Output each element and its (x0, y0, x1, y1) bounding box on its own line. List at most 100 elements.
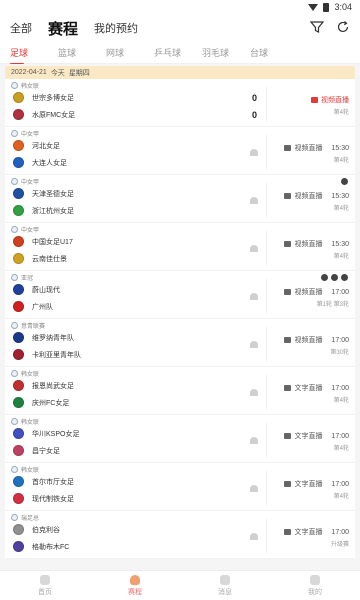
nav-schedule[interactable]: 赛程 (90, 571, 180, 600)
nav-home-label: 首页 (38, 588, 52, 596)
away-team: 庆州FC女足 (13, 397, 69, 408)
nav-home[interactable]: 首页 (0, 571, 90, 600)
broadcast-info: 视频直播 第4轮 (311, 95, 349, 116)
match-row[interactable]: 韩女联 世宗多博女足 水原FMC女足 0 0 视频直播 第4轮 (5, 79, 355, 127)
league-label: 中女甲 (11, 177, 39, 186)
sport-tab-tennis[interactable]: 网球 (106, 46, 154, 59)
away-team-name: 大连人女足 (32, 159, 67, 167)
nav-mine[interactable]: 我的 (270, 571, 360, 600)
tab-schedule[interactable]: 赛程 (48, 18, 78, 39)
round-label: 第4轮 (284, 395, 349, 404)
round-label: 第4轮 (284, 443, 349, 452)
broadcast-status[interactable]: 文字直播 17:00 (284, 431, 349, 441)
league-name: 中女甲 (21, 180, 40, 186)
away-team-crest-icon (13, 493, 24, 504)
match-row[interactable]: 韩女联 华川KSPO女足 昌宁女足 文字直播 17:00 第4轮 (5, 415, 355, 463)
round-text: 第3轮 (333, 302, 349, 308)
away-team-name: 卡利亚里青年队 (32, 351, 81, 359)
home-team-name: 蔚山现代 (32, 286, 60, 294)
broadcast-label: 文字直播 (294, 529, 323, 536)
away-team-name: 昌宁女足 (32, 447, 60, 455)
status-right: 3:04 (308, 2, 352, 12)
broadcast-status[interactable]: 文字直播 17:00 (284, 479, 349, 489)
match-row[interactable]: 亚冠 蔚山现代 广州队 视频直播 17:00 第1轮 第3轮 (5, 271, 355, 319)
broadcast-icon (284, 145, 292, 151)
bell-icon[interactable] (250, 341, 258, 348)
kickoff-time: 15:30 (331, 192, 349, 200)
broadcast-status[interactable]: 视频直播 17:00 (284, 287, 349, 297)
bell-icon[interactable] (250, 533, 258, 540)
tab-all[interactable]: 全部 (10, 20, 32, 36)
nav-messages-label: 消息 (218, 588, 232, 596)
broadcast-label: 视频直播 (294, 145, 323, 152)
broadcast-info: 文字直播 17:00 第4轮 (284, 479, 349, 500)
bell-icon[interactable] (250, 197, 258, 204)
filter-icon[interactable] (310, 20, 324, 34)
broadcast-label: 视频直播 (294, 241, 323, 248)
broadcast-status[interactable]: 视频直播 15:30 (284, 191, 349, 201)
broadcast-info: 文字直播 17:00 升级赛 (284, 527, 349, 548)
tab-my-reservations[interactable]: 我的预约 (94, 20, 138, 36)
match-row[interactable]: 意青联赛 维罗纳青年队 卡利亚里青年队 视频直播 17:00 第30轮 (5, 319, 355, 367)
kickoff-time: 17:00 (331, 432, 349, 440)
round-label: 升级赛 (284, 539, 349, 548)
league-label: 意青联赛 (11, 321, 45, 330)
away-team-crest-icon (13, 349, 24, 360)
home-team: 伯克利谷 (13, 524, 60, 535)
match-row[interactable]: 中女甲 中国女足U17 云南佳仕景 视频直播 15:30 第4轮 (5, 223, 355, 271)
sport-tab-billiards[interactable]: 台球 (250, 46, 298, 59)
match-list[interactable]: 2022-04-21 今天 星期四 韩女联 世宗多博女足 水原FMC女足 0 0 视频直播… (0, 64, 360, 570)
round-label: 第1轮 第3轮 (284, 299, 349, 308)
home-team-crest-icon (13, 284, 24, 295)
league-name: 亚冠 (21, 276, 34, 282)
match-row[interactable]: 韩女联 首尔市厅女足 现代制铁女足 文字直播 17:00 第4轮 (5, 463, 355, 511)
broadcast-icon (284, 193, 292, 199)
broadcast-status[interactable]: 视频直播 (311, 95, 349, 105)
round-text: 第4轮 (333, 446, 349, 452)
broadcast-status[interactable]: 视频直播 17:00 (284, 335, 349, 345)
home-team-crest-icon (13, 380, 24, 391)
message-icon (220, 574, 230, 585)
broadcast-icon (284, 433, 292, 439)
match-row[interactable]: 韩女联 报恩尚武女足 庆州FC女足 文字直播 17:00 第4轮 (5, 367, 355, 415)
sport-tab-football[interactable]: 足球 (10, 46, 58, 65)
sport-tab-basketball[interactable]: 篮球 (58, 46, 106, 59)
row-divider (266, 375, 267, 409)
row-divider (266, 135, 267, 169)
sport-tab-table-tennis[interactable]: 乒乓球 (154, 46, 202, 59)
bell-icon[interactable] (250, 437, 258, 444)
sport-tab-badminton[interactable]: 羽毛球 (202, 46, 250, 59)
refresh-icon[interactable] (336, 20, 350, 34)
bell-icon[interactable] (250, 245, 258, 252)
broadcast-status[interactable]: 视频直播 15:30 (284, 239, 349, 249)
league-name: 意青联赛 (21, 324, 46, 330)
round-label: 第4轮 (284, 203, 349, 212)
home-icon (40, 574, 50, 585)
bell-icon[interactable] (250, 485, 258, 492)
bell-icon[interactable] (250, 293, 258, 300)
football-icon (11, 130, 18, 137)
match-row[interactable]: 中女甲 天津圣德女足 浙江杭州女足 视频直播 15:30 第4轮 (5, 175, 355, 223)
broadcast-status[interactable]: 文字直播 17:00 (284, 527, 349, 537)
bottom-nav: 首页 赛程 消息 我的 (0, 570, 360, 600)
date-bar: 2022-04-21 今天 星期四 (5, 66, 355, 79)
match-row[interactable]: 中女甲 河北女足 大连人女足 视频直播 15:30 第4轮 (5, 127, 355, 175)
match-row[interactable]: 瑞足总 伯克利谷 格勒布木FC 文字直播 17:00 升级赛 (5, 511, 355, 559)
avatar (340, 177, 349, 186)
broadcast-status[interactable]: 文字直播 17:00 (284, 383, 349, 393)
nav-mine-label: 我的 (308, 588, 322, 596)
wifi-icon (308, 3, 319, 11)
away-team-crest-icon (13, 301, 24, 312)
league-name: 韩女联 (21, 372, 40, 378)
home-team-name: 世宗多博女足 (32, 94, 74, 102)
kickoff-time: 17:00 (331, 480, 349, 488)
away-team-crest-icon (13, 541, 24, 552)
bell-icon[interactable] (250, 149, 258, 156)
round-text: 第4轮 (333, 158, 349, 164)
nav-messages[interactable]: 消息 (180, 571, 270, 600)
home-score: 0 (251, 93, 257, 103)
broadcast-status[interactable]: 视频直播 15:30 (284, 143, 349, 153)
league-name: 韩女联 (21, 420, 40, 426)
bell-icon[interactable] (250, 389, 258, 396)
away-team: 水原FMC女足 (13, 109, 75, 120)
